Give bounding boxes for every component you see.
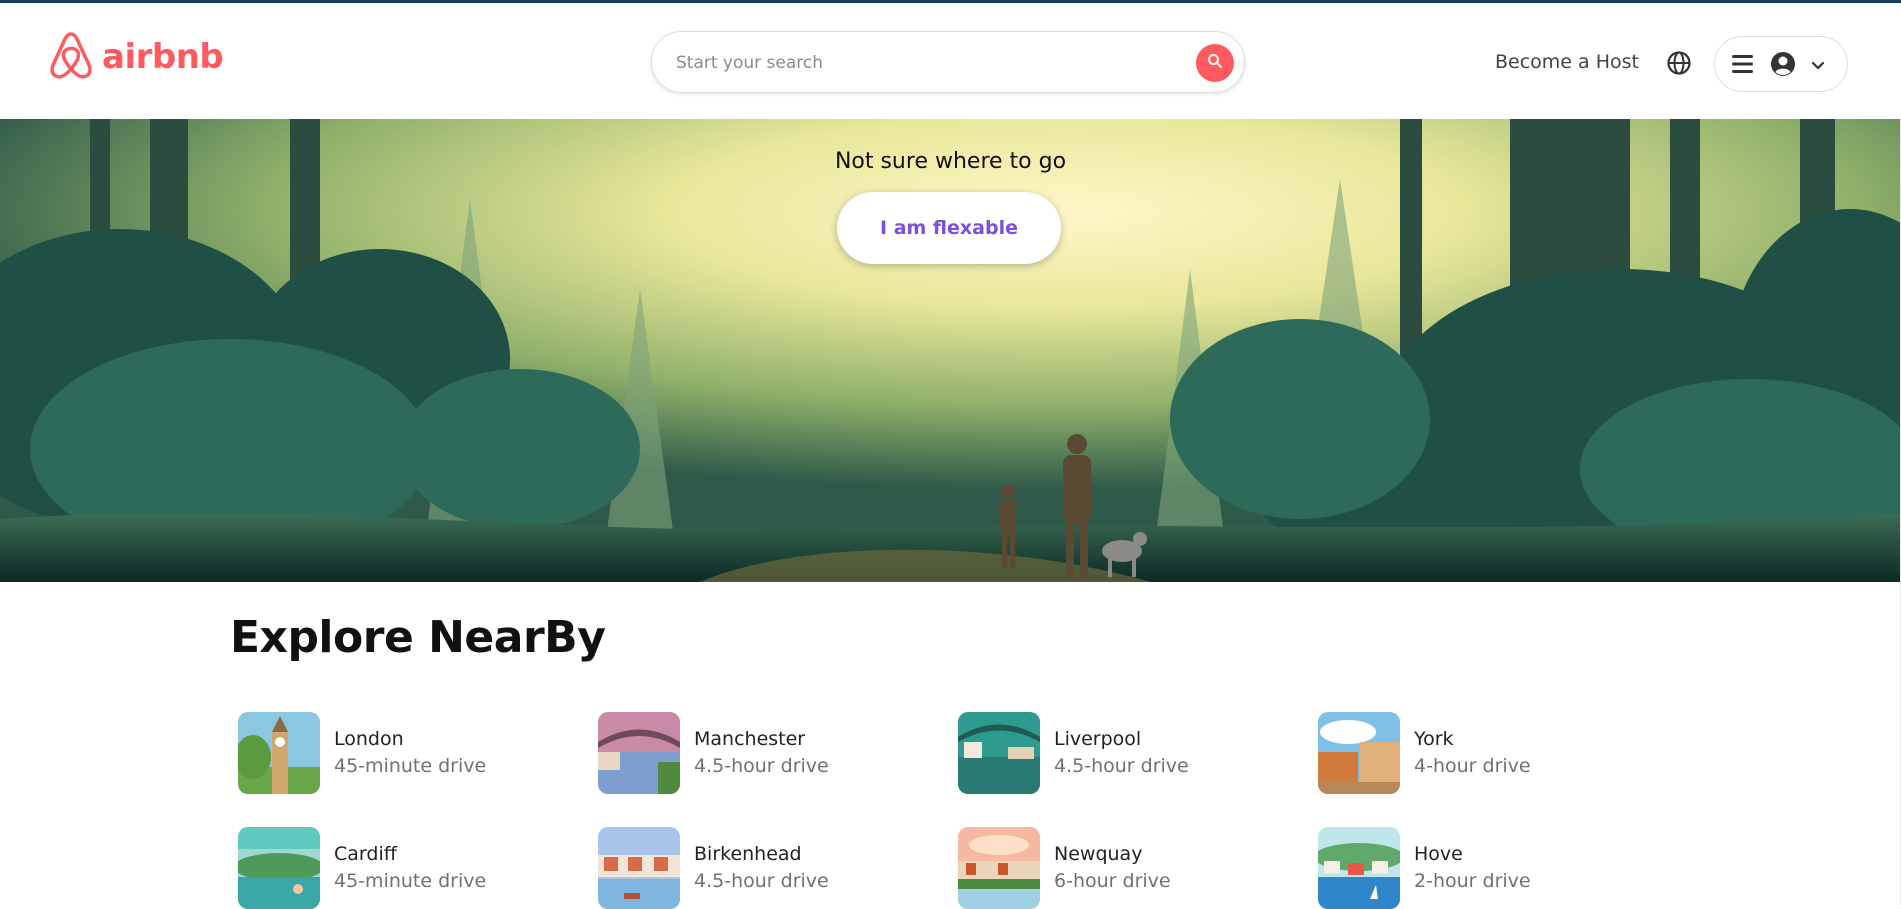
header: airbnb Become a Host (0, 3, 1901, 119)
city-name: Cardiff (334, 843, 397, 865)
city-name: London (334, 728, 404, 750)
nearby-card-birkenhead[interactable]: Birkenhead 4.5-hour drive (598, 827, 928, 909)
airbnb-logo-icon (48, 30, 94, 84)
user-menu-button[interactable] (1714, 36, 1848, 92)
user-avatar-icon (1770, 51, 1796, 81)
hero-forest-illustration (0, 119, 1901, 582)
nearby-card-liverpool[interactable]: Liverpool 4.5-hour drive (958, 712, 1288, 794)
nearby-card-newquay[interactable]: Newquay 6-hour drive (958, 827, 1288, 909)
liverpool-thumbnail (958, 712, 1040, 794)
search-bar (651, 31, 1245, 93)
flexible-button[interactable]: I am flexable (837, 192, 1061, 264)
drive-time: 45-minute drive (334, 755, 487, 777)
search-icon (1207, 53, 1223, 73)
cardiff-thumbnail (238, 827, 320, 909)
london-thumbnail (238, 712, 320, 794)
drive-time: 4.5-hour drive (694, 755, 829, 777)
search-input[interactable] (674, 44, 1178, 82)
hove-thumbnail (1318, 827, 1400, 909)
hero-banner: Not sure where to go I am flexable (0, 119, 1901, 582)
city-name: Liverpool (1054, 728, 1142, 750)
nearby-card-manchester[interactable]: Manchester 4.5-hour drive (598, 712, 928, 794)
drive-time: 4-hour drive (1414, 755, 1531, 777)
drive-time: 2-hour drive (1414, 870, 1531, 892)
city-name: Newquay (1054, 843, 1143, 865)
york-thumbnail (1318, 712, 1400, 794)
nearby-card-cardiff[interactable]: Cardiff 45-minute drive (238, 827, 568, 909)
nearby-card-hove[interactable]: Hove 2-hour drive (1318, 827, 1648, 909)
newquay-thumbnail (958, 827, 1040, 909)
city-name: Hove (1414, 843, 1463, 865)
drive-time: 45-minute drive (334, 870, 487, 892)
become-host-link[interactable]: Become a Host (1495, 51, 1639, 73)
drive-time: 4.5-hour drive (1054, 755, 1189, 777)
drive-time: 4.5-hour drive (694, 870, 829, 892)
nearby-card-london[interactable]: London 45-minute drive (238, 712, 568, 794)
search-button[interactable] (1196, 44, 1234, 82)
explore-title: Explore NearBy (230, 612, 606, 663)
logo[interactable]: airbnb (48, 29, 224, 85)
city-name: Manchester (694, 728, 806, 750)
city-name: York (1414, 728, 1454, 750)
birkenhead-thumbnail (598, 827, 680, 909)
nearby-card-york[interactable]: York 4-hour drive (1318, 712, 1648, 794)
logo-text: airbnb (102, 37, 224, 77)
chevron-down-icon (1811, 57, 1825, 76)
drive-time: 6-hour drive (1054, 870, 1171, 892)
city-name: Birkenhead (694, 843, 802, 865)
manchester-thumbnail (598, 712, 680, 794)
hero-caption: Not sure where to go (834, 149, 1067, 174)
globe-icon[interactable] (1666, 50, 1692, 76)
menu-icon (1731, 53, 1755, 79)
